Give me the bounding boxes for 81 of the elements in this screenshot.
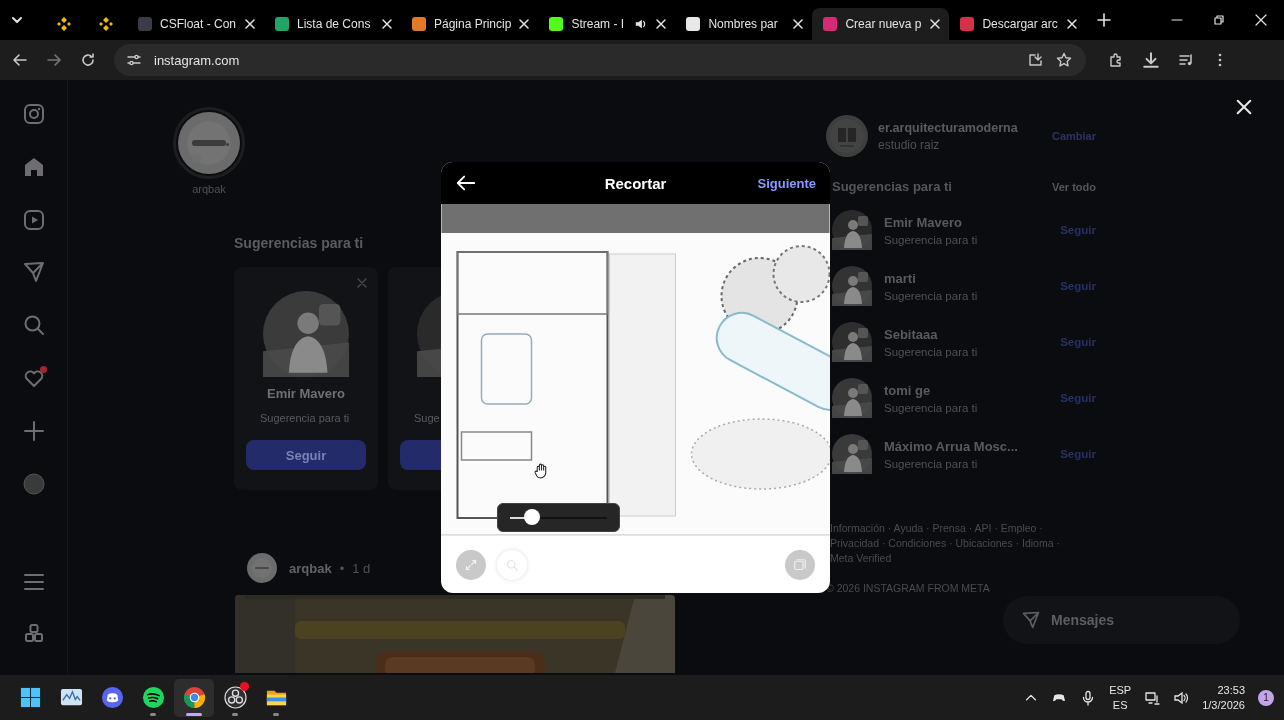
- user-name[interactable]: tomi ge: [884, 382, 1049, 398]
- media-icon[interactable]: [1178, 52, 1194, 68]
- switch-account-link[interactable]: Cambiar: [1051, 130, 1096, 142]
- separator-dot: •: [339, 560, 345, 576]
- story-username: arqbak: [192, 183, 226, 195]
- follow-link[interactable]: Seguir: [1060, 280, 1096, 292]
- tab-title: Página Princip: [434, 17, 512, 31]
- bookmark-star-icon[interactable]: [1056, 52, 1072, 68]
- tab-title: Lista de Cons: [297, 17, 371, 31]
- suggestion-subtitle: Suge: [414, 412, 440, 426]
- footer-links[interactable]: Privacidad · Condiciones · Ubicaciones · Idioma ·: [830, 537, 1116, 549]
- post-time: 1 d: [352, 560, 371, 576]
- follow-button[interactable]: Seguir: [246, 440, 366, 470]
- search-icon[interactable]: [21, 313, 46, 338]
- address-bar[interactable]: instagram.com: [114, 44, 1086, 76]
- story-avatar[interactable]: [173, 107, 245, 179]
- forward-icon[interactable]: [46, 52, 62, 68]
- suggestion-subtitle: Sugerencia para ti: [884, 457, 979, 470]
- user-name[interactable]: Sebitaaa: [884, 326, 1049, 342]
- tab-title: Nombres par: [708, 17, 778, 31]
- messages-button[interactable]: Mensajes: [1003, 596, 1240, 644]
- reload-icon[interactable]: [80, 52, 96, 68]
- restore-icon[interactable]: [1212, 13, 1226, 27]
- instagram-logo-icon[interactable]: [21, 102, 46, 126]
- url-text: instagram.com: [154, 52, 240, 68]
- profile-avatar-icon[interactable]: [21, 471, 46, 496]
- chat-bubble-icon: [100, 686, 124, 709]
- section-title: Sugerencias para ti: [234, 235, 364, 251]
- account-username[interactable]: er.arquitecturamoderna: [878, 120, 1042, 135]
- plus-icon[interactable]: [21, 418, 46, 443]
- download-icon[interactable]: [1142, 51, 1160, 69]
- suggestion-subtitle: Sugerencia para ti: [260, 412, 350, 426]
- paper-plane-icon[interactable]: [21, 260, 46, 285]
- follow-link[interactable]: Seguir: [1060, 392, 1096, 404]
- taskbar-app[interactable]: [174, 678, 214, 717]
- clock[interactable]: 23:53 1/3/2026: [1202, 682, 1245, 713]
- browser-tab[interactable]: Lista de Cons: [264, 8, 401, 40]
- user-name[interactable]: marti: [884, 270, 1049, 286]
- back-icon[interactable]: [12, 52, 28, 68]
- follow-link[interactable]: Seguir: [1060, 224, 1096, 236]
- language-indicator[interactable]: ESP ES: [1109, 682, 1132, 713]
- follow-link[interactable]: Seguir: [1060, 336, 1096, 348]
- user-name[interactable]: Máximo Arrua Mosc...: [884, 438, 1049, 454]
- tab-title: Stream - I: [571, 17, 625, 31]
- browser-tab[interactable]: Nombres par: [675, 8, 813, 40]
- browser-tab[interactable]: CSFloat - Con: [127, 8, 264, 40]
- browser-tab[interactable]: Descargar arc: [949, 8, 1087, 40]
- extensions-icon[interactable]: [1108, 52, 1124, 68]
- sound-waves-icon: [141, 686, 165, 709]
- network-icon[interactable]: [1144, 689, 1161, 706]
- browser-icon: [182, 686, 206, 709]
- browser-tab[interactable]: Stream - I: [538, 8, 676, 40]
- post-author[interactable]: arqbak: [289, 560, 332, 576]
- suggestion-subtitle: Sugerencia para ti: [884, 289, 979, 302]
- notification-badge[interactable]: 1: [1258, 689, 1274, 706]
- three-circles-icon: [223, 686, 247, 709]
- suggestion-subtitle: Sugerencia para ti: [884, 401, 979, 414]
- suggestion-subtitle: Sugerencia para ti: [884, 233, 979, 246]
- user-name[interactable]: Emir Mavero: [884, 214, 1049, 230]
- tab-title: Descargar arc: [982, 17, 1058, 31]
- dialog-title: Recortar: [604, 174, 667, 192]
- section-title: Sugerencias para ti: [832, 179, 952, 194]
- account-name: estudio raiz: [878, 137, 941, 152]
- user-name: Emir Mavero: [266, 386, 345, 402]
- speaker-icon[interactable]: [1173, 689, 1190, 706]
- follow-link[interactable]: Seguir: [1060, 448, 1096, 460]
- install-app-icon[interactable]: [1028, 52, 1044, 68]
- tab-title: Crear nueva p: [845, 17, 922, 31]
- browser-tab[interactable]: Crear nueva p: [812, 8, 950, 40]
- suggestion-subtitle: Sugerencia para ti: [884, 345, 979, 358]
- windows-logo-icon: [18, 686, 42, 709]
- footer-links[interactable]: Información · Ayuda · Prensa · API · Empleo ·: [830, 522, 1116, 534]
- next-link[interactable]: Siguiente: [757, 175, 816, 191]
- see-all-link[interactable]: Ver todo: [1052, 180, 1096, 193]
- play-square-icon[interactable]: [21, 207, 46, 232]
- browser-tab[interactable]: Página Princip: [401, 8, 539, 40]
- tab-title: CSFloat - Con: [160, 17, 237, 31]
- footer-links[interactable]: Meta Verified: [830, 552, 1116, 564]
- paper-plane-icon: [1021, 610, 1041, 630]
- site-settings-icon[interactable]: [126, 52, 142, 68]
- new-tab-icon[interactable]: [1096, 12, 1113, 28]
